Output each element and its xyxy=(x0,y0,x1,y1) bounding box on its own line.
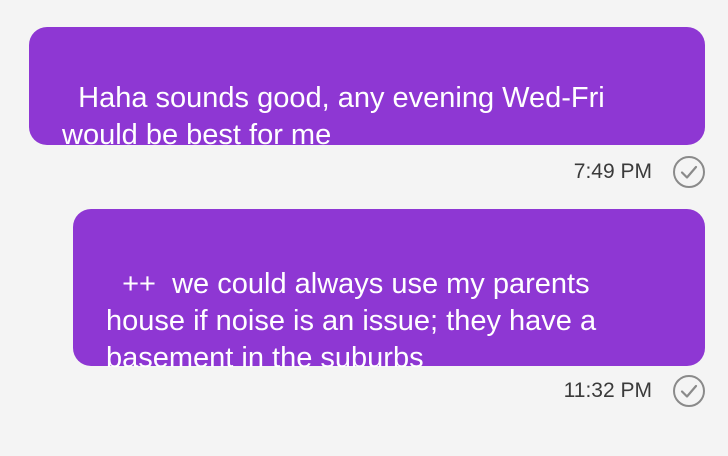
checkmark-circle-icon xyxy=(673,375,705,407)
message-text: Haha sounds good, any evening Wed-Fri wo… xyxy=(62,82,605,151)
message-meta: 11:32 PM xyxy=(564,374,706,408)
message-bubble[interactable]: ++ we could always use my parents house … xyxy=(73,209,705,374)
message-bubble[interactable]: Haha sounds good, any evening Wed-Fri wo… xyxy=(29,27,705,151)
message-text: ++ we could always use my parents house … xyxy=(106,268,597,374)
checkmark-circle-icon xyxy=(673,156,705,188)
message-timestamp: 11:32 PM xyxy=(563,379,652,402)
message-timestamp: 7:49 PM xyxy=(573,160,652,183)
message-meta: 7:49 PM xyxy=(574,155,706,189)
